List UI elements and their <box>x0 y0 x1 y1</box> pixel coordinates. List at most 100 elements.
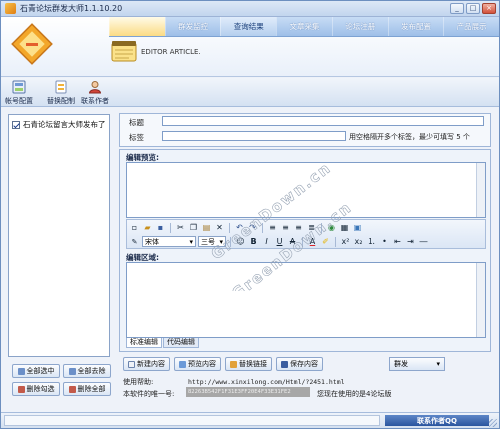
redo-icon[interactable]: ↷ <box>247 222 258 233</box>
rich-text-toolbar: ▫ ▰ ▪ ✂ ❐ ▤ ✕ ↶ ↷ ≡ ≡ ≡ ≣ ◉ ▦ ▣ ✎ 宋体 ▾ 三… <box>126 219 486 249</box>
toolbar-row-1: ▫ ▰ ▪ ✂ ❐ ▤ ✕ ↶ ↷ ≡ ≡ ≡ ≣ ◉ ▦ ▣ <box>129 221 363 234</box>
bullet-list-icon[interactable]: • <box>379 236 390 247</box>
app-icon <box>5 3 16 14</box>
replace-links-button[interactable]: 替换链接 <box>225 357 272 371</box>
outdent-icon[interactable]: ⇤ <box>392 236 403 247</box>
strikethrough-icon[interactable]: A <box>287 236 298 247</box>
group-send-select[interactable]: 群发 ▾ <box>389 357 445 371</box>
edit-scrollbar[interactable] <box>476 263 485 337</box>
help-label: 使用帮助: <box>123 378 154 386</box>
minimize-button[interactable]: _ <box>450 3 464 14</box>
save-icon[interactable]: ▪ <box>155 222 166 233</box>
nav-tab-products[interactable]: 产品展示 <box>443 17 499 36</box>
article-form: 标题 标签 用空格隔开多个标签，最少可填写 5 个 <box>119 113 491 147</box>
copy-icon[interactable]: ❐ <box>188 222 199 233</box>
title-bar: 石青论坛群发大师1.1.10.20 _ □ × <box>1 1 499 17</box>
banner: 群发监控 查询结果 文章采集 论坛注册 发布配置 产品展示 EDITOR ART… <box>1 17 499 77</box>
justify-icon[interactable]: ≣ <box>306 222 317 233</box>
highlight-icon[interactable]: ✐ <box>320 236 331 247</box>
tags-input[interactable] <box>162 131 346 141</box>
chevron-down-icon: ▾ <box>189 237 193 246</box>
style-icon[interactable]: ✎ <box>129 236 140 247</box>
ordered-list-icon[interactable]: ⒈ <box>366 236 377 247</box>
list-item[interactable]: 石青论坛留言大师发布了 <box>12 119 106 130</box>
bold-icon[interactable]: B <box>248 236 259 247</box>
resize-grip[interactable] <box>489 419 497 427</box>
title-input[interactable] <box>162 116 484 126</box>
save-content-icon <box>281 360 288 368</box>
replace-config-button[interactable]: 替换配制 <box>45 79 77 106</box>
help-link[interactable]: http://www.xinxilong.com/Html/?2451.html <box>188 378 345 386</box>
nav-tab-monitor[interactable]: 群发监控 <box>164 17 221 36</box>
preview-scrollbar[interactable] <box>476 163 485 217</box>
indent-icon[interactable]: ⇥ <box>405 236 416 247</box>
subscript-icon[interactable]: x₂ <box>353 236 364 247</box>
insert-image-icon[interactable]: ▣ <box>352 222 363 233</box>
maximize-button[interactable]: □ <box>466 3 480 14</box>
status-message <box>4 415 380 426</box>
serial-value: 82263B542F1F31E3FF20E4F33E31FE2 <box>186 387 310 397</box>
delete-icon[interactable]: ✕ <box>214 222 225 233</box>
underline-icon[interactable]: U <box>274 236 285 247</box>
user-icon <box>88 81 102 94</box>
editor-panel: 编辑预览: ▫ ▰ ▪ ✂ ❐ ▤ ✕ ↶ ↷ ≡ ≡ ≡ ≣ ◉ ▦ ▣ ✎ … <box>119 149 491 352</box>
status-bar: 联系作者QQ <box>1 412 499 428</box>
font-size-select[interactable]: 三号 ▾ <box>198 236 226 247</box>
contact-author-button[interactable]: 联系作者 <box>79 79 111 106</box>
select-all-icon <box>17 367 25 375</box>
tab-code-edit[interactable]: 代码编辑 <box>163 338 199 348</box>
undo-icon[interactable]: ↶ <box>234 222 245 233</box>
replace-links-icon <box>230 360 237 368</box>
toolbar: 帐号配置 替换配制 联系作者 <box>1 78 499 107</box>
tab-standard-edit[interactable]: 标准编辑 <box>126 338 162 348</box>
nav-tab-collect[interactable]: 文章采集 <box>276 17 332 36</box>
title-label: 标题 <box>129 118 144 127</box>
insert-table-icon[interactable]: ▦ <box>339 222 350 233</box>
preview-pane[interactable] <box>126 162 486 218</box>
list-item-checkbox[interactable] <box>12 120 20 129</box>
align-right-icon[interactable]: ≡ <box>293 222 304 233</box>
nav-tab-register[interactable]: 论坛注册 <box>331 17 388 36</box>
cut-icon[interactable]: ✂ <box>175 222 186 233</box>
align-center-icon[interactable]: ≡ <box>280 222 291 233</box>
font-color-icon[interactable]: A <box>307 236 318 247</box>
window-title: 石青论坛群发大师1.1.10.20 <box>20 4 123 13</box>
open-folder-icon[interactable]: ▰ <box>142 222 153 233</box>
italic-icon[interactable]: I <box>261 236 272 247</box>
nav-tab-results[interactable]: 查询结果 <box>220 17 277 36</box>
new-content-button[interactable]: 新建内容 <box>123 357 170 371</box>
new-doc-icon[interactable]: ▫ <box>129 222 140 233</box>
paste-icon[interactable]: ▤ <box>201 222 212 233</box>
select-all-button[interactable]: 全部选中 <box>12 364 60 378</box>
align-left-icon[interactable]: ≡ <box>267 222 278 233</box>
list-item-label: 石青论坛留言大师发布了 <box>23 120 106 129</box>
nav-tab-active[interactable] <box>109 17 165 36</box>
clear-all-button[interactable]: 全部去除 <box>63 364 111 378</box>
save-content-button[interactable]: 保存内容 <box>276 357 323 371</box>
font-name-select[interactable]: 宋体 ▾ <box>142 236 196 247</box>
preview-content-button[interactable]: 预览内容 <box>174 357 221 371</box>
delete-checked-button[interactable]: 删除勾选 <box>12 382 60 396</box>
editor-article-label: EDITOR ARTICLE. <box>141 48 201 56</box>
delete-all-button[interactable]: 删除全部 <box>63 382 111 396</box>
insert-link-icon[interactable]: ◉ <box>326 222 337 233</box>
superscript-icon[interactable]: x² <box>340 236 351 247</box>
close-button[interactable]: × <box>482 3 496 14</box>
emoticon-icon[interactable]: ☺ <box>235 236 246 247</box>
clear-all-icon <box>68 367 76 375</box>
diamond-logo-icon <box>11 23 53 65</box>
edit-area[interactable] <box>126 262 486 338</box>
notepad-icon <box>111 41 137 62</box>
main-nav: 群发监控 查询结果 文章采集 论坛注册 发布配置 产品展示 <box>109 17 499 37</box>
app-window: 石青论坛群发大师1.1.10.20 _ □ × 群发监控 查询结果 文章采集 论… <box>0 0 500 429</box>
tags-label: 标签 <box>129 133 144 142</box>
account-config-icon <box>12 80 26 94</box>
nav-tab-publish-config[interactable]: 发布配置 <box>387 17 444 36</box>
contact-qq-button[interactable]: 联系作者QQ <box>385 415 489 426</box>
chevron-down-icon: ▾ <box>219 237 223 246</box>
tags-hint: 用空格隔开多个标签，最少可填写 5 个 <box>349 133 470 141</box>
preview-icon <box>179 360 186 368</box>
window-controls: _ □ × <box>450 3 496 14</box>
account-config-button[interactable]: 帐号配置 <box>3 79 35 106</box>
horizontal-rule-icon[interactable]: ― <box>418 236 429 247</box>
